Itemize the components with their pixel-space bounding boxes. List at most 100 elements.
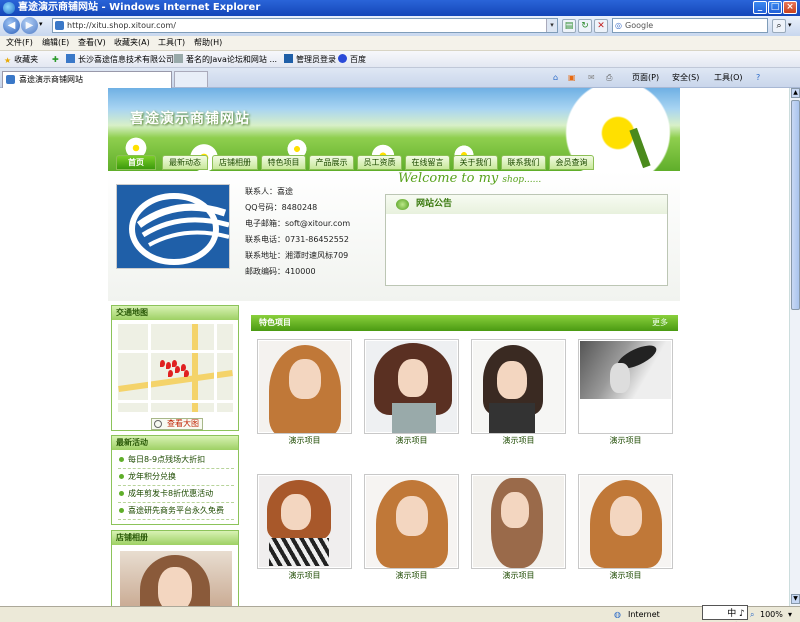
address-toolbar: ◀ ▶ ▾ http://xitu.shop.xitour.com/ ▾ ▤ ↻… <box>0 16 800 36</box>
featured-item-label[interactable]: 演示项目 <box>364 570 459 581</box>
contact-postcode: 邮政编码：410000 <box>245 267 316 276</box>
status-bar: ◍ Internet 中 ♪ ✧ ⌕ 100% ▾ <box>0 605 800 622</box>
nav-featured[interactable]: 特色项目 <box>261 155 306 170</box>
menu-file[interactable]: 文件(F) <box>6 37 33 49</box>
forward-button[interactable]: ▶ <box>21 17 38 34</box>
new-tab-button[interactable] <box>174 71 208 87</box>
maximize-button[interactable]: □ <box>768 1 782 14</box>
shop-logo <box>116 184 230 269</box>
nav-album[interactable]: 店铺相册 <box>212 155 258 170</box>
featured-item-card[interactable] <box>257 339 352 434</box>
favorites-label: 收藏夹 <box>14 55 39 64</box>
shop-info-area: 联系人：喜途 QQ号码：8480248 电子邮箱：soft@xitour.com… <box>108 171 680 301</box>
featured-item-card[interactable] <box>257 474 352 569</box>
search-button[interactable]: ⌕ <box>772 19 786 33</box>
minimize-button[interactable]: _ <box>753 1 767 14</box>
news-item[interactable]: 喜途研先商务平台永久免费 <box>118 503 234 520</box>
favorites-button[interactable]: ★ 收藏夹 <box>4 53 38 66</box>
news-item[interactable]: 龙年积分兑换 <box>118 469 234 486</box>
featured-more-link[interactable]: 更多 <box>652 315 668 331</box>
menu-tools[interactable]: 工具(T) <box>158 37 185 49</box>
tab-active[interactable]: 喜途演示商铺网站 <box>2 71 172 88</box>
favorite-link-1[interactable]: 长沙喜途信息技术有限公司 <box>66 53 174 66</box>
featured-item-card[interactable] <box>471 339 566 434</box>
page-menu[interactable]: 页面(P) <box>632 72 659 84</box>
nav-guestbook[interactable]: 在线留言 <box>405 155 450 170</box>
page-icon <box>284 54 293 63</box>
favorites-bar: ★ 收藏夹 ✚ 长沙喜途信息技术有限公司 著名的Java论坛和网站 ... 管理员… <box>0 51 800 68</box>
search-provider-icon: ◎ <box>615 21 622 30</box>
recent-pages-dropdown-icon[interactable]: ▾ <box>39 20 43 28</box>
scroll-down-icon[interactable]: ▼ <box>791 594 800 604</box>
page-icon <box>6 75 15 84</box>
stop-button[interactable]: ✕ <box>594 19 608 33</box>
album-title: 店铺相册 <box>112 531 238 545</box>
zoom-level[interactable]: 100% <box>760 609 783 621</box>
nav-member[interactable]: 会员查询 <box>549 155 594 170</box>
nav-contact[interactable]: 联系我们 <box>501 155 546 170</box>
ime-toolbar[interactable]: 中 ♪ ✧ <box>702 605 748 622</box>
menu-help[interactable]: 帮助(H) <box>194 37 222 49</box>
menu-edit[interactable]: 编辑(E) <box>42 37 69 49</box>
baidu-icon <box>338 54 347 63</box>
menu-view[interactable]: 查看(V) <box>78 37 106 49</box>
page-icon <box>55 21 64 30</box>
featured-item-label[interactable]: 演示项目 <box>578 570 673 581</box>
address-input[interactable]: http://xitu.shop.xitour.com/ ▾ <box>52 18 558 33</box>
safety-menu[interactable]: 安全(S) <box>672 72 699 84</box>
contact-person: 联系人：喜途 <box>245 187 293 196</box>
nav-staff[interactable]: 员工资质 <box>357 155 402 170</box>
nav-products[interactable]: 产品展示 <box>309 155 354 170</box>
ie-icon <box>3 2 15 14</box>
news-item[interactable]: 成年剪发卡8折优惠活动 <box>118 486 234 503</box>
featured-item-card[interactable] <box>578 474 673 569</box>
add-favorite-icon[interactable]: ✚ <box>52 53 59 66</box>
news-item[interactable]: 每日8-9点残场大折扣 <box>118 452 234 469</box>
compat-view-icon[interactable]: ▤ <box>562 19 576 33</box>
read-mail-icon[interactable]: ✉ <box>588 72 595 84</box>
nav-about[interactable]: 关于我们 <box>453 155 498 170</box>
featured-item-label[interactable]: 演示项目 <box>471 435 566 446</box>
feeds-icon[interactable]: ▣ <box>568 72 576 84</box>
close-button[interactable]: × <box>783 1 797 14</box>
favorite-link-2[interactable]: 著名的Java论坛和网站 ... <box>174 53 277 66</box>
search-options-icon[interactable]: ▾ <box>788 21 792 29</box>
featured-item-card[interactable] <box>364 474 459 569</box>
album-box: 店铺相册 <box>111 530 239 606</box>
address-url: http://xitu.shop.xitour.com/ <box>67 21 176 30</box>
featured-item-label[interactable]: 演示项目 <box>257 435 352 446</box>
refresh-button[interactable]: ↻ <box>578 19 592 33</box>
featured-item-card[interactable] <box>578 339 673 434</box>
album-photo[interactable] <box>120 551 232 606</box>
zoom-dropdown-icon[interactable]: ▾ <box>788 609 792 621</box>
back-button[interactable]: ◀ <box>3 17 20 34</box>
home-icon[interactable]: ⌂ <box>553 72 558 84</box>
favorite-link-3[interactable]: 管理员登录 <box>284 53 336 66</box>
menu-favorites[interactable]: 收藏夹(A) <box>114 37 150 49</box>
address-dropdown-icon[interactable]: ▾ <box>546 19 557 32</box>
print-icon[interactable]: ⎙ <box>606 72 612 84</box>
featured-item-label[interactable]: 演示项目 <box>364 435 459 446</box>
vertical-scrollbar[interactable]: ▲ ▼ <box>789 88 800 606</box>
view-large-map-label: 查看大图 <box>167 419 199 428</box>
featured-item-card[interactable] <box>471 474 566 569</box>
favorite-link-4[interactable]: 百度 <box>338 53 366 66</box>
scroll-up-icon[interactable]: ▲ <box>791 88 800 98</box>
traffic-map[interactable] <box>118 324 233 412</box>
view-large-map-button[interactable]: 查看大图 <box>151 418 203 430</box>
zoom-icon[interactable]: ⌕ <box>750 609 754 621</box>
search-placeholder: Google <box>625 21 654 30</box>
featured-item-label[interactable]: 演示项目 <box>578 435 673 446</box>
tools-menu[interactable]: 工具(O) <box>714 72 743 84</box>
featured-item-card[interactable] <box>364 339 459 434</box>
main-nav: 首页 最新动态 店铺相册 特色项目 产品展示 员工资质 在线留言 关于我们 联系… <box>108 154 680 171</box>
scrollbar-thumb[interactable] <box>791 100 800 310</box>
contact-qq: QQ号码：8480248 <box>245 203 318 212</box>
nav-home[interactable]: 首页 <box>116 155 156 170</box>
site-title: 喜途演示商铺网站 <box>130 111 250 127</box>
search-input[interactable]: ◎ Google <box>612 18 768 33</box>
nav-news[interactable]: 最新动态 <box>162 155 208 170</box>
featured-item-label[interactable]: 演示项目 <box>471 570 566 581</box>
featured-item-label[interactable]: 演示项目 <box>257 570 352 581</box>
help-icon[interactable]: ? <box>756 72 760 84</box>
